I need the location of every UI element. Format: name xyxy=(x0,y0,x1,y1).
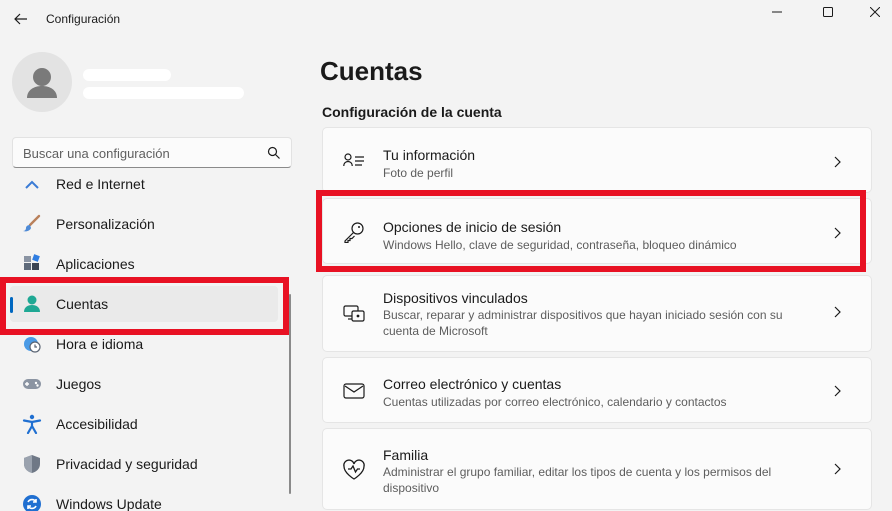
card-subtitle: Foto de perfil xyxy=(383,166,454,180)
network-icon xyxy=(25,180,39,189)
profile-email-redacted xyxy=(83,87,244,99)
chevron-right-icon xyxy=(834,227,841,239)
sidebar-item-label: Aplicaciones xyxy=(56,256,135,272)
maximize-icon xyxy=(823,7,833,17)
sidebar-item-accesibilidad[interactable]: Accesibilidad xyxy=(10,406,278,442)
arrow-left-icon xyxy=(14,13,27,25)
update-icon xyxy=(23,495,41,511)
title-bar: Configuración xyxy=(0,0,892,40)
sidebar-item-juegos[interactable]: Juegos xyxy=(10,366,278,402)
card-familia[interactable]: Familia Administrar el grupo familiar, e… xyxy=(322,428,872,510)
card-title: Correo electrónico y cuentas xyxy=(383,376,562,392)
gamepad-icon xyxy=(23,379,41,389)
sidebar-item-label: Hora e idioma xyxy=(56,336,144,352)
minimize-button[interactable] xyxy=(754,0,800,24)
back-button[interactable] xyxy=(10,8,32,30)
chevron-right-icon xyxy=(834,385,841,397)
card-title: Familia xyxy=(383,447,429,463)
card-subtitle: Buscar, reparar y administrar dispositiv… xyxy=(383,308,783,338)
sidebar-item-label: Privacidad y seguridad xyxy=(56,456,198,472)
sidebar-scrollbar[interactable] xyxy=(289,294,291,494)
profile-name-redacted xyxy=(83,69,171,81)
sidebar-item-personalizacion[interactable]: Personalización xyxy=(10,206,278,242)
sidebar-item-windows-update[interactable]: Windows Update xyxy=(10,486,278,511)
maximize-button[interactable] xyxy=(805,0,851,24)
card-dispositivos-vinculados[interactable]: Dispositivos vinculados Buscar, reparar … xyxy=(322,275,872,352)
minimize-icon xyxy=(772,11,782,13)
sidebar-item-privacidad-y-seguridad[interactable]: Privacidad y seguridad xyxy=(10,446,278,482)
card-correo-electronico-y-cuentas[interactable]: Correo electrónico y cuentas Cuentas uti… xyxy=(322,357,872,423)
card-subtitle: Administrar el grupo familiar, editar lo… xyxy=(383,465,772,495)
chevron-right-icon xyxy=(834,463,841,475)
account-icon xyxy=(24,295,40,312)
window-title: Configuración xyxy=(46,12,121,26)
sidebar-item-aplicaciones[interactable]: Aplicaciones xyxy=(10,246,278,282)
card-title: Dispositivos vinculados xyxy=(383,290,528,306)
sidebar-item-cuentas[interactable]: Cuentas xyxy=(10,286,278,322)
apps-icon xyxy=(24,254,40,270)
search-input[interactable] xyxy=(23,144,263,162)
card-subtitle: Cuentas utilizadas por correo electrónic… xyxy=(383,395,727,409)
sidebar-item-label: Cuentas xyxy=(56,296,109,312)
card-title: Tu información xyxy=(383,147,476,163)
clock-globe-icon xyxy=(24,337,41,353)
card-title: Opciones de inicio de sesión xyxy=(383,219,562,235)
search-icon[interactable] xyxy=(267,146,281,160)
section-title: Configuración de la cuenta xyxy=(322,104,502,120)
card-tu-informacion[interactable]: Tu información Foto de perfil xyxy=(322,127,872,193)
sidebar-nav: Red e Internet Personalización Aplicacio… xyxy=(0,176,300,511)
close-button[interactable] xyxy=(852,0,892,24)
key-icon xyxy=(342,220,366,244)
chevron-right-icon xyxy=(834,306,841,318)
close-icon xyxy=(870,7,880,17)
search-box[interactable] xyxy=(12,137,292,168)
linked-devices-icon xyxy=(342,302,366,326)
sidebar-item-hora-e-idioma[interactable]: Hora e idioma xyxy=(10,326,278,362)
sidebar-item-label: Windows Update xyxy=(56,496,162,511)
avatar[interactable] xyxy=(12,52,72,112)
sidebar-item-label: Accesibilidad xyxy=(56,416,138,432)
selection-indicator xyxy=(10,297,13,313)
page-title: Cuentas xyxy=(320,56,423,86)
mail-icon xyxy=(342,379,366,403)
sidebar-item-red-e-internet[interactable]: Red e Internet xyxy=(10,176,278,202)
chevron-right-icon xyxy=(834,156,841,168)
sidebar-item-label: Red e Internet xyxy=(56,176,145,192)
sidebar-item-label: Personalización xyxy=(56,216,155,232)
sidebar-item-label: Juegos xyxy=(56,376,102,392)
person-icon xyxy=(27,68,57,98)
card-subtitle: Windows Hello, clave de seguridad, contr… xyxy=(383,238,737,252)
card-opciones-de-inicio-de-sesion[interactable]: Opciones de inicio de sesión Windows Hel… xyxy=(322,198,872,264)
brush-icon xyxy=(23,214,41,232)
person-info-icon xyxy=(342,149,366,173)
shield-icon xyxy=(24,455,40,473)
accessibility-icon xyxy=(22,414,42,434)
family-icon xyxy=(342,458,366,482)
